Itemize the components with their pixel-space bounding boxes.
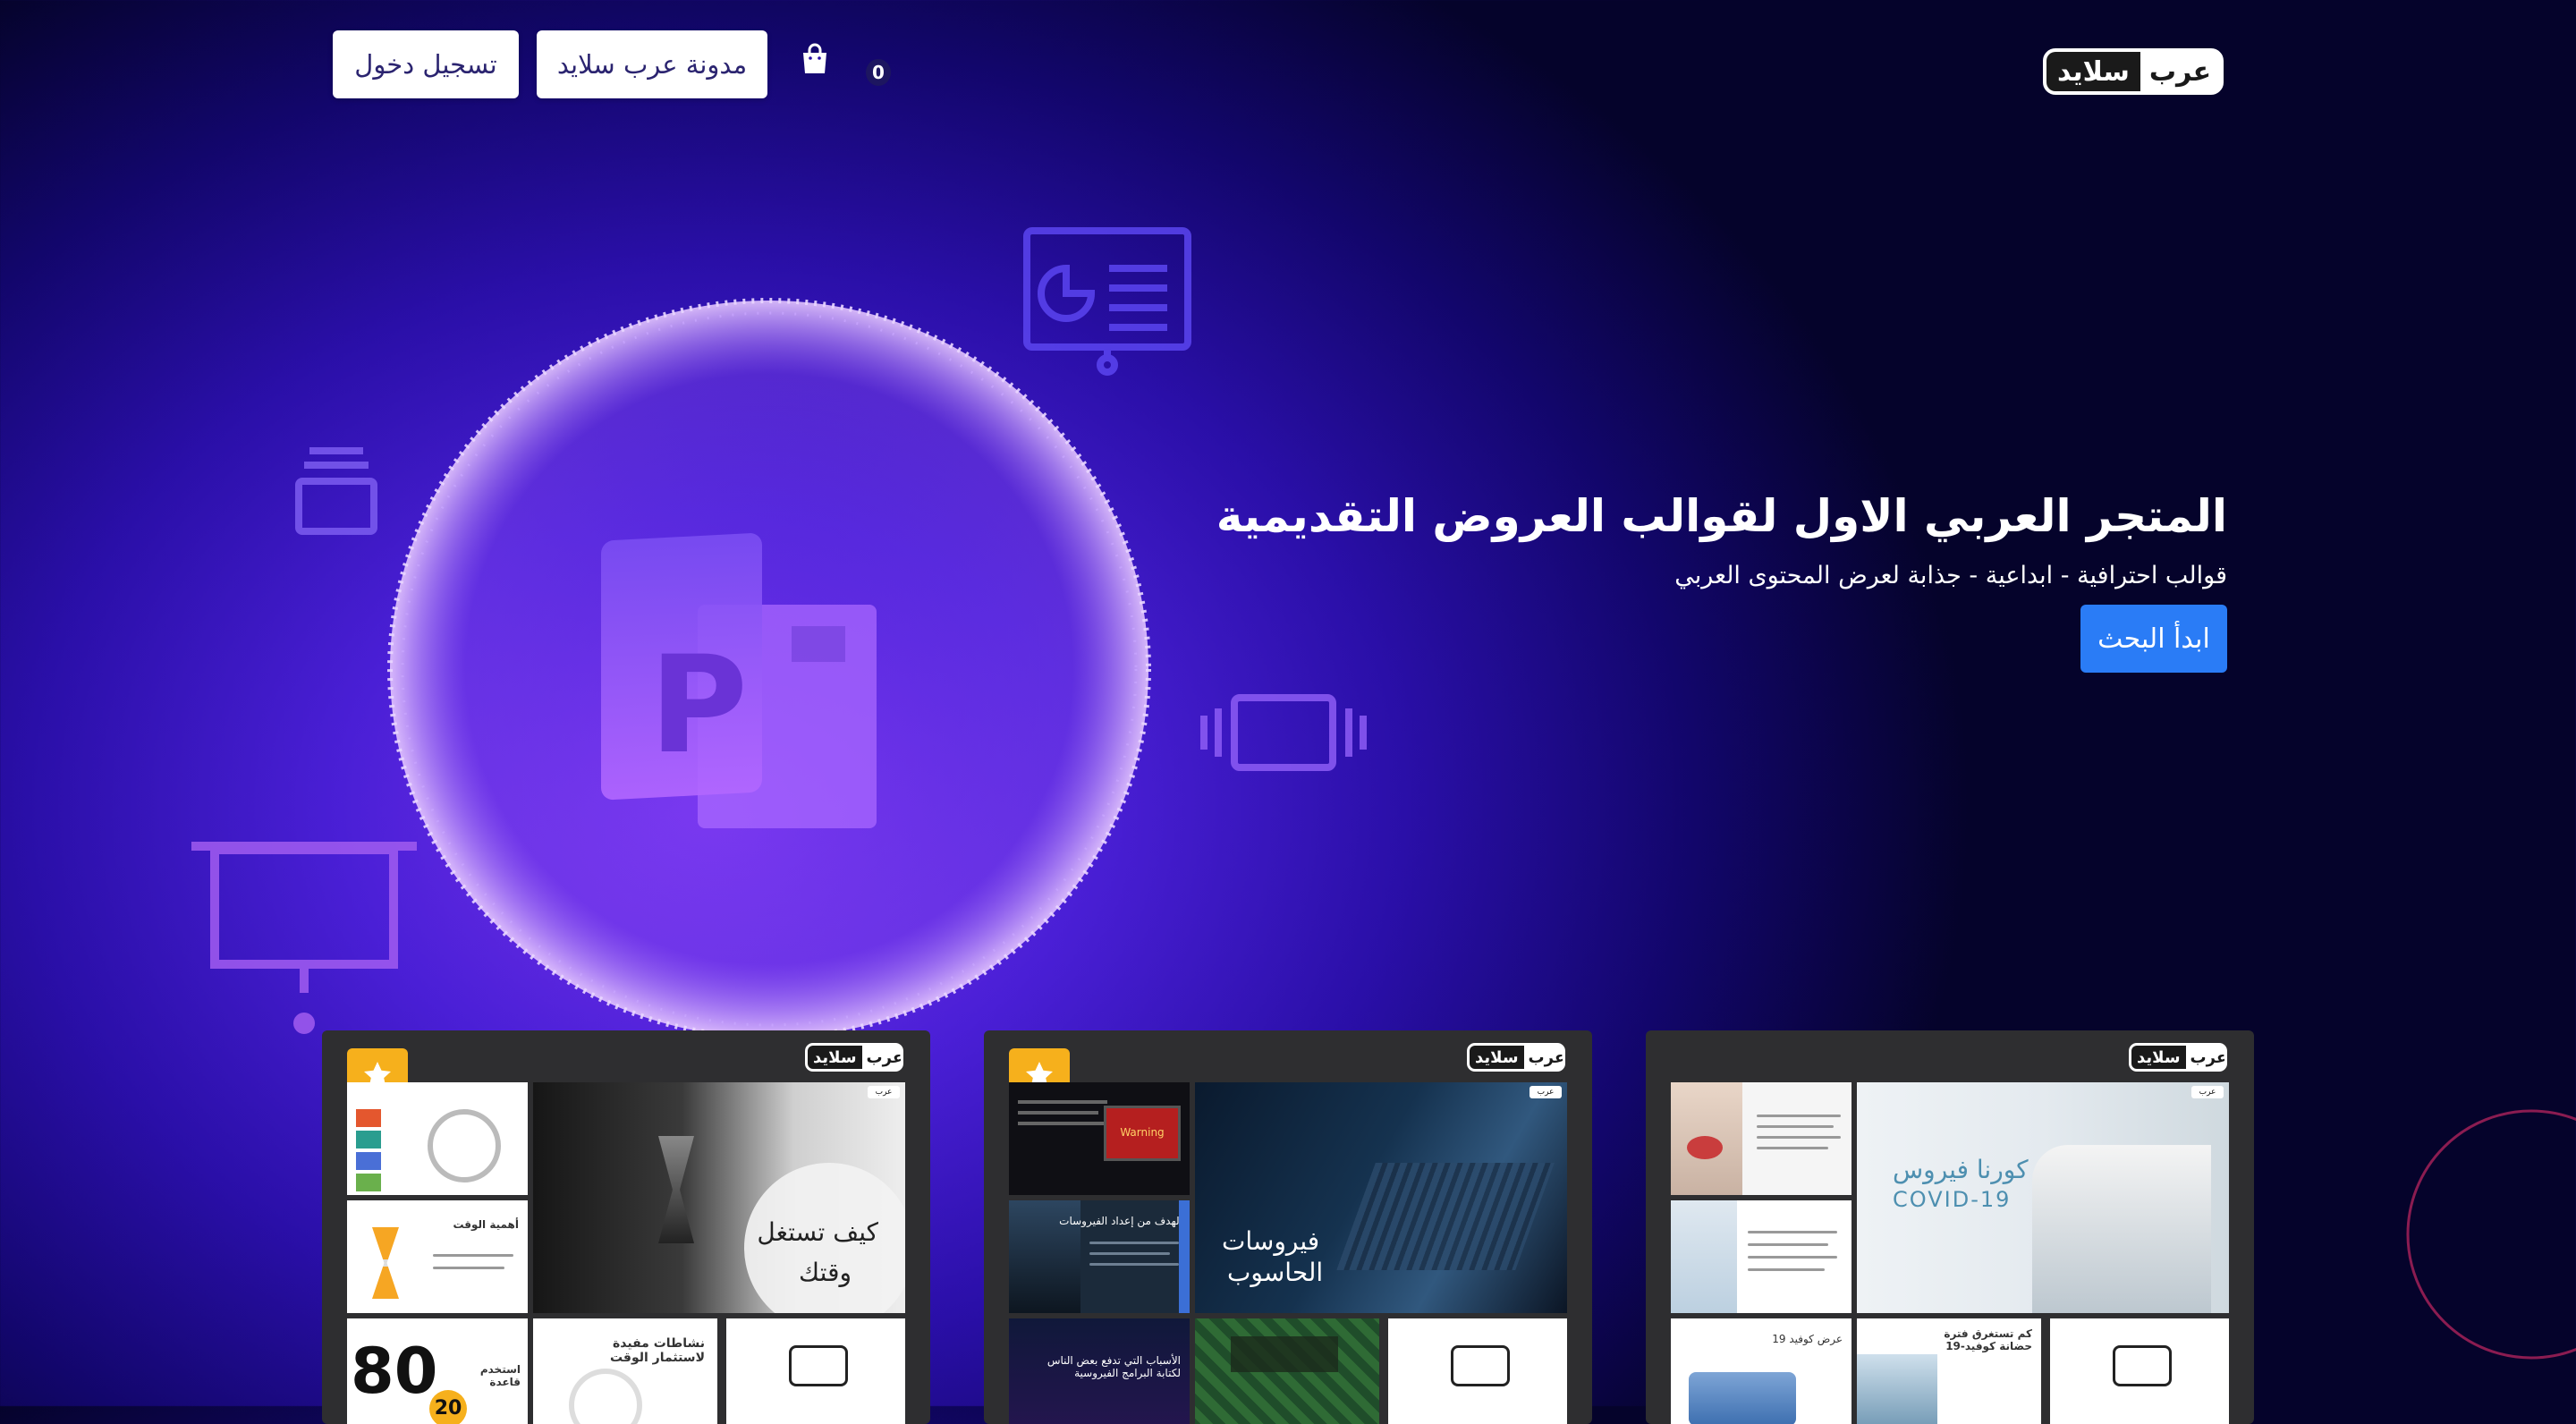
template-card[interactable]: سلايد عرب كورنا فيروس COVID-19 عرب عرض كو… xyxy=(1646,1030,2254,1424)
svg-text:P: P xyxy=(649,628,748,784)
blog-button[interactable]: مدونة عرب سلايد xyxy=(537,30,767,98)
projector-screen-icon xyxy=(191,842,417,1034)
login-button[interactable]: تسجيل دخول xyxy=(333,30,519,98)
slides-icon xyxy=(1200,694,1367,771)
slide-thumbnail: عرض كوفيد 19 xyxy=(1671,1318,1852,1424)
layers-icon xyxy=(295,447,377,535)
slide-thumbnail: كم تستغرق فترة حضانة كوفيد-19 xyxy=(1857,1318,2041,1424)
hero-title: المتجر العربي الاول لقوالب العروض التقدي… xyxy=(1216,490,2227,542)
slide-thumbnail xyxy=(1388,1318,1567,1424)
slide-thumbnail: 80 20 استخدم قاعدة xyxy=(347,1318,528,1424)
slide-thumbnail: نشاطات مفيدة لاستثمار الوقت xyxy=(533,1318,717,1424)
card-logo: سلايد عرب xyxy=(805,1043,903,1072)
site-logo[interactable]: سلايد عرب xyxy=(2043,48,2224,95)
card-logo: سلايد عرب xyxy=(2129,1043,2227,1072)
slide-preview: كورنا فيروس COVID-19 عرب xyxy=(1857,1082,2229,1313)
template-card[interactable]: سلايد عرب Warning الهدف من إعداد الفيروسا… xyxy=(984,1030,1592,1424)
slide-thumbnail xyxy=(2050,1318,2229,1424)
start-search-button[interactable]: ابدأ البحث xyxy=(2080,605,2227,673)
presentation-board-icon xyxy=(1023,227,1191,376)
slide-thumbnail: الهدف من إعداد الفيروسات xyxy=(1009,1200,1190,1313)
slide-thumbnail xyxy=(726,1318,905,1424)
slide-thumbnail xyxy=(347,1082,528,1195)
cart-count-badge: 0 xyxy=(866,59,891,86)
slide-thumbnail: الأسباب التي تدفع بعض الناس لكتابة البرا… xyxy=(1009,1318,1190,1424)
slide-thumbnail xyxy=(1671,1200,1852,1313)
logo-word-b: سلايد xyxy=(2046,52,2140,91)
hero-subtitle: قوالب احترافية - ابداعية - جذابة لعرض ال… xyxy=(1674,562,2227,589)
shopping-bag-icon[interactable] xyxy=(800,43,830,75)
slide-thumbnail: Warning xyxy=(1009,1082,1190,1195)
slide-preview: فيروسات الحاسوب عرب xyxy=(1195,1082,1567,1313)
slide-thumbnail xyxy=(1671,1082,1852,1195)
logo-word-a: عرب xyxy=(2148,55,2212,88)
template-card[interactable]: سلايد عرب أهمية الوقت كيف تستغل وقتك عرب … xyxy=(322,1030,930,1424)
card-logo: سلايد عرب xyxy=(1467,1043,1565,1072)
decorative-ring xyxy=(2406,1109,2576,1360)
slide-thumbnail: أهمية الوقت xyxy=(347,1200,528,1313)
slide-preview: كيف تستغل وقتك عرب xyxy=(533,1082,905,1313)
slide-thumbnail xyxy=(1195,1318,1379,1424)
